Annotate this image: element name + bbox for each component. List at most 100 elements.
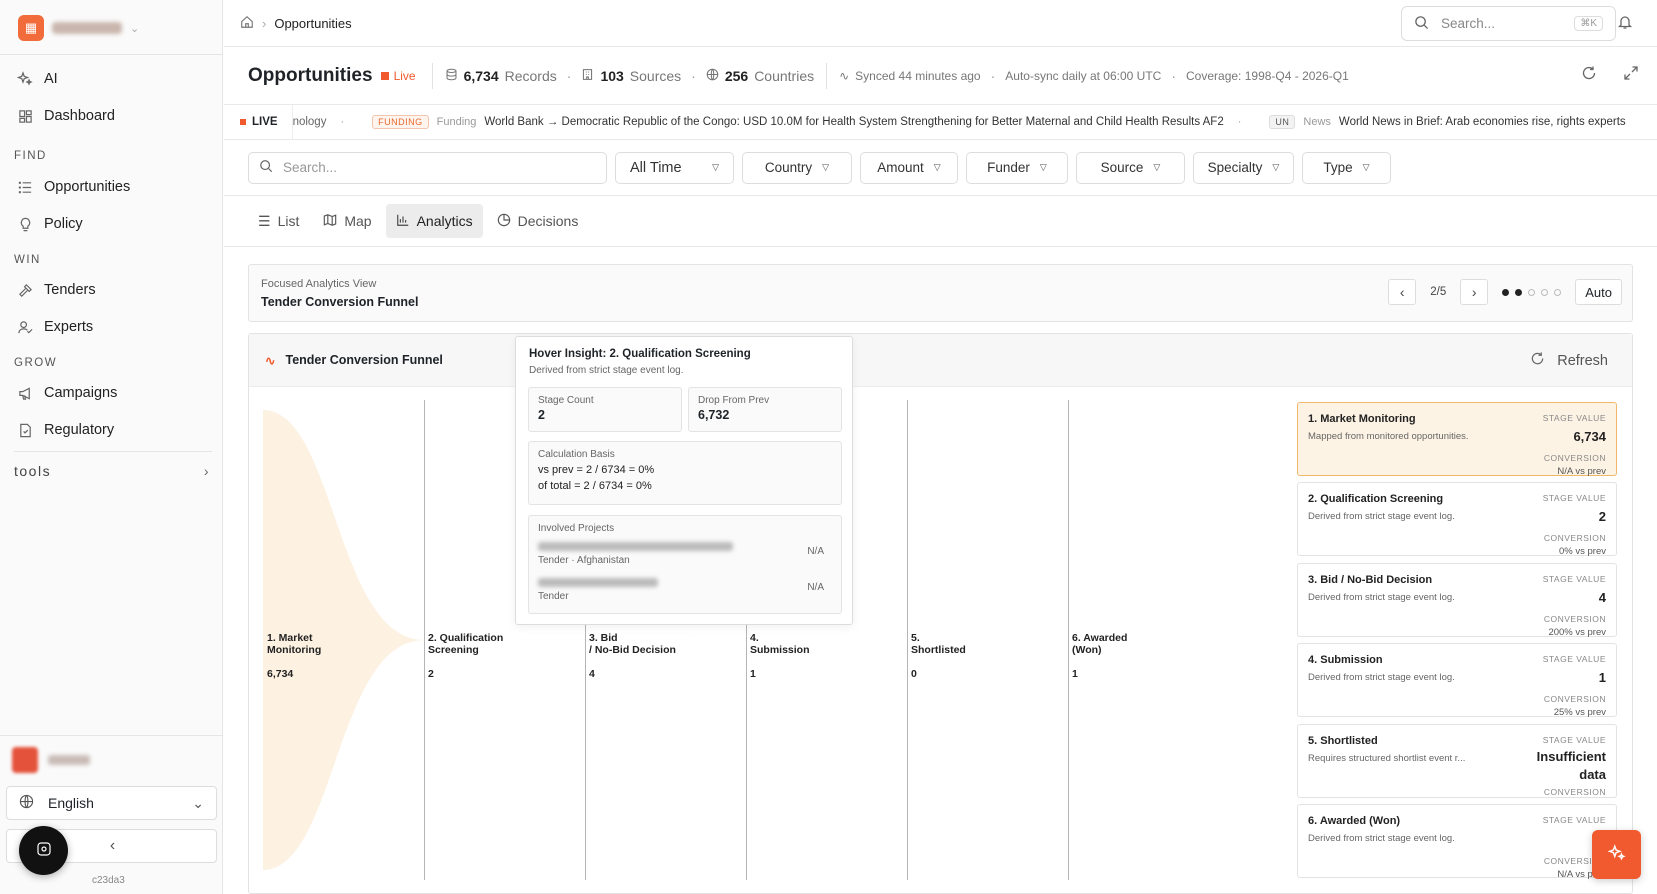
list-icon	[16, 178, 34, 196]
sidebar-item-opportunities[interactable]: Opportunities	[14, 171, 210, 203]
language-select[interactable]: English ⌄	[6, 786, 217, 820]
sidebar-item-label: Dashboard	[44, 108, 115, 124]
breadcrumb-current: Opportunities	[274, 15, 352, 31]
globe-icon	[19, 794, 34, 812]
sidebar-item-experts[interactable]: Experts	[14, 311, 210, 343]
ticker-item[interactable]: FUNDING Funding World Bank → Democratic …	[372, 115, 1224, 129]
search-placeholder: Search...	[1441, 16, 1496, 31]
auto-button[interactable]: Auto	[1575, 279, 1622, 305]
ticker-item[interactable]: UN News World News in Brief: Arab econom…	[1269, 115, 1626, 129]
tab-map[interactable]: Map	[313, 204, 381, 238]
user-profile[interactable]	[12, 747, 90, 773]
tab-analytics[interactable]: Analytics	[385, 204, 483, 238]
shortcut-hint: ⌘K	[1574, 16, 1603, 31]
refresh-icon[interactable]	[1581, 65, 1597, 84]
sidebar-item-ai[interactable]: AI	[14, 63, 210, 95]
divider	[14, 451, 212, 452]
bar-chart-icon	[396, 213, 410, 230]
megaphone-icon	[16, 384, 34, 402]
funder-filter[interactable]: Funder ▽	[966, 151, 1068, 184]
list-icon: ☰	[258, 212, 271, 229]
gavel-icon	[16, 281, 34, 299]
sidebar-item-tenders[interactable]: Tenders	[14, 274, 210, 306]
focus-subtitle: Focused Analytics View	[261, 278, 377, 290]
country-filter[interactable]: Country ▽	[742, 151, 852, 184]
stage-card[interactable]: 5. Shortlisted Requires structured short…	[1297, 724, 1617, 798]
refresh-icon	[1530, 351, 1545, 370]
ticker-item[interactable]: nology	[293, 116, 327, 128]
stage-card[interactable]: 1. Market Monitoring Mapped from monitor…	[1297, 402, 1617, 477]
page-indicator: 2/5	[1430, 286, 1447, 298]
time-filter[interactable]: All Time ▽	[615, 151, 734, 184]
topbar: › Opportunities Search... ⌘K	[224, 0, 1657, 47]
section-find: FIND	[14, 150, 47, 162]
project-item[interactable]: Tender N/A	[538, 578, 832, 608]
news-ticker: LIVE nology · FUNDING Funding World Bank…	[224, 105, 1657, 140]
chevron-left-icon: ‹	[1399, 284, 1405, 300]
ticker-live-label: LIVE	[224, 105, 293, 139]
next-button[interactable]: ›	[1460, 279, 1489, 305]
stage-value: 0	[911, 668, 917, 680]
chevron-down-icon: ▽	[933, 162, 941, 172]
sparkle-icon	[16, 70, 34, 88]
section-grow: GROW	[14, 357, 58, 369]
sidebar-item-dashboard[interactable]: Dashboard	[14, 100, 210, 132]
prev-button[interactable]: ‹	[1388, 279, 1417, 305]
tab-decisions[interactable]: Decisions	[487, 204, 589, 238]
page-title: Opportunities	[248, 64, 373, 86]
stage-value: 6,734	[267, 668, 294, 680]
stage-label: 3. Bid / No-Bid Decision	[589, 632, 676, 656]
sidebar-item-label: Campaigns	[44, 385, 118, 401]
tools-toggle[interactable]: tools ›	[14, 463, 210, 479]
global-search[interactable]: Search... ⌘K	[1401, 6, 1616, 41]
stage-card[interactable]: 2. Qualification Screening Derived from …	[1297, 482, 1617, 557]
amount-filter[interactable]: Amount ▽	[860, 151, 958, 184]
assistant-button[interactable]	[19, 826, 68, 875]
activity-icon: ∿	[265, 353, 276, 368]
tab-list[interactable]: ☰ List	[248, 204, 309, 238]
filter-search-input[interactable]: Search...	[248, 151, 607, 184]
stage-card[interactable]: 4. Submission Derived from strict stage …	[1297, 643, 1617, 718]
chevron-down-icon: ▽	[1272, 162, 1280, 172]
chevron-left-icon: ‹	[109, 837, 116, 854]
sidebar-item-label: Tenders	[44, 282, 96, 298]
project-item[interactable]: Tender · Afghanistan N/A	[538, 542, 832, 572]
refresh-button[interactable]: Refresh	[1530, 351, 1608, 370]
sidebar-item-regulatory[interactable]: Regulatory	[14, 414, 210, 446]
pie-chart-icon	[497, 213, 511, 230]
stage-card[interactable]: 3. Bid / No-Bid Decision Derived from st…	[1297, 563, 1617, 638]
sync-status: ∿ Synced 44 minutes ago	[839, 68, 981, 83]
chevron-down-icon: ⌄	[192, 794, 204, 811]
live-label: Live	[393, 68, 416, 83]
panel-title: Tender Conversion Funnel	[285, 353, 443, 367]
tooltip-title: Hover Insight: 2. Qualification Screenin…	[529, 348, 751, 360]
projects-box: Involved Projects Tender · Afghanistan N…	[528, 515, 842, 614]
activity-icon: ∿	[839, 68, 850, 83]
stage-value: 4	[589, 668, 595, 680]
sidebar-item-label: Experts	[44, 319, 94, 335]
coverage-info: Coverage: 1998-Q4 - 2026-Q1	[1186, 68, 1349, 83]
building-icon	[581, 68, 594, 84]
stage-label: 4. Submission	[750, 632, 810, 656]
page-dots[interactable]	[1502, 288, 1562, 296]
bell-icon[interactable]	[1617, 14, 1633, 33]
focused-view-header: Focused Analytics View Tender Conversion…	[248, 264, 1633, 322]
sidebar-item-label: Policy	[44, 216, 83, 232]
ai-assist-button[interactable]	[1592, 830, 1641, 879]
stage-card[interactable]: 6. Awarded (Won) Derived from strict sta…	[1297, 804, 1617, 880]
home-icon[interactable]	[240, 15, 254, 32]
user-name	[48, 755, 90, 765]
stage-label: 1. Market Monitoring	[267, 632, 322, 656]
specialty-filter[interactable]: Specialty ▽	[1193, 151, 1294, 184]
source-filter[interactable]: Source ▽	[1076, 151, 1185, 184]
expand-icon[interactable]	[1623, 65, 1639, 84]
sidebar-item-campaigns[interactable]: Campaigns	[14, 377, 210, 409]
chevron-right-icon: ›	[1471, 284, 1477, 300]
grid-icon	[16, 107, 34, 125]
tooltip-subtitle: Derived from strict stage event log.	[529, 365, 684, 376]
sidebar-item-policy[interactable]: Policy	[14, 208, 210, 240]
build-version: c23da3	[92, 875, 125, 886]
sidebar: ▦ ⌄ AI Dashboard FIND Opportunities Poli…	[0, 0, 223, 894]
type-filter[interactable]: Type ▽	[1302, 151, 1391, 184]
workspace-switcher[interactable]: ▦ ⌄	[18, 14, 139, 42]
